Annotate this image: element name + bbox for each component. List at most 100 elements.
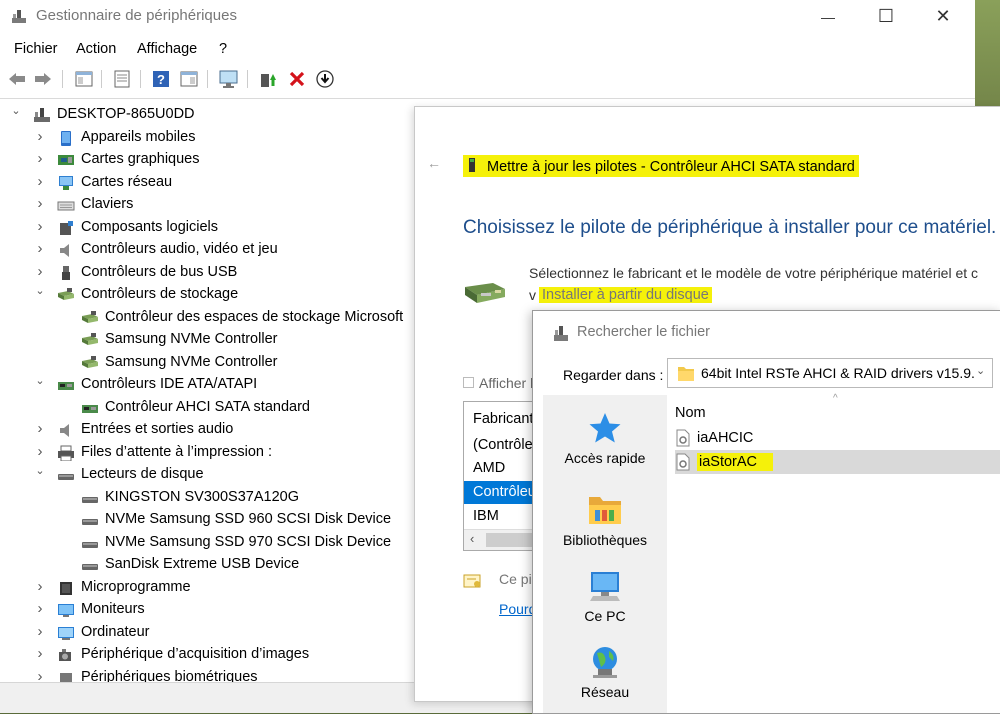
chevron-right-icon[interactable]: › — [35, 645, 45, 662]
tree-row-item-20[interactable]: › Microprogramme — [0, 577, 414, 599]
tree-row-item-22[interactable]: › Ordinateur — [0, 622, 414, 644]
chevron-right-icon[interactable]: › — [35, 263, 45, 280]
chevron-down-icon[interactable]: ⌄ — [35, 284, 45, 297]
tree-row-item-11[interactable]: ⌄ Contrôleurs IDE ATA/ATAPI — [0, 374, 414, 396]
look-in-dropdown[interactable]: 64bit Intel RSTe AHCI & RAID drivers v15… — [667, 358, 993, 388]
tree-row-item-17[interactable]: NVMe Samsung SSD 960 SCSI Disk Device — [0, 509, 414, 531]
audio-icon — [60, 244, 69, 257]
wizard-description-line2: v — [529, 287, 536, 303]
forward-button[interactable] — [33, 69, 53, 89]
tree-row-item-3[interactable]: › Claviers — [0, 194, 414, 216]
disk-drive-icon — [58, 474, 74, 480]
install-from-disk-button[interactable]: Installer à partir du disque — [539, 287, 712, 303]
ide-controller-icon — [58, 382, 74, 390]
chevron-right-icon[interactable]: › — [35, 240, 45, 257]
tree-row-item-23[interactable]: › Périphérique d’acquisition d’images — [0, 644, 414, 666]
tree-row-root[interactable]: ⌄ DESKTOP-865U0DD — [0, 104, 414, 126]
properties-button[interactable] — [112, 69, 132, 89]
tree-row-item-24[interactable]: › Périphériques biométriques — [0, 667, 414, 683]
minimize-button[interactable]: — — [805, 0, 851, 33]
file-list[interactable]: ^ Nom iaAHCIC iaStorAC — [671, 393, 1000, 713]
place-this-pc[interactable]: Ce PC — [543, 569, 667, 624]
show-compatible-checkbox[interactable]: Afficher l — [463, 375, 533, 391]
tree-row-item-6[interactable]: › Contrôleurs de bus USB — [0, 262, 414, 284]
storage-controller-icon — [82, 355, 98, 368]
tree-row-item-21[interactable]: › Moniteurs — [0, 599, 414, 621]
chevron-down-icon[interactable]: ⌄ — [11, 104, 21, 117]
tree-row-item-16[interactable]: KINGSTON SV300S37A120G — [0, 487, 414, 509]
close-button[interactable]: ✕ — [920, 0, 966, 33]
tree-label: Contrôleur AHCI SATA standard — [105, 398, 310, 415]
chevron-right-icon[interactable]: › — [35, 443, 45, 460]
tree-row-item-19[interactable]: SanDisk Extreme USB Device — [0, 554, 414, 576]
computer-icon — [58, 626, 74, 640]
chevron-right-icon[interactable]: › — [35, 195, 45, 212]
place-label: Bibliothèques — [562, 532, 648, 548]
uninstall-device-button[interactable] — [287, 69, 307, 89]
speaker-icon — [60, 424, 69, 437]
menu-help[interactable]: ? — [219, 41, 227, 57]
column-header-name[interactable]: Nom — [675, 405, 706, 421]
tree-label: Claviers — [81, 196, 134, 212]
dialog-app-icon — [554, 326, 568, 341]
storage-controller-icon — [82, 333, 98, 345]
back-button[interactable] — [7, 69, 27, 89]
chevron-right-icon[interactable]: › — [35, 150, 45, 167]
tree-row-item-12[interactable]: Contrôleur AHCI SATA standard — [0, 397, 414, 419]
chevron-right-icon[interactable]: › — [35, 600, 45, 617]
maximize-icon: ☐ — [877, 6, 895, 26]
menu-action[interactable]: Action — [76, 41, 116, 57]
tree-row-item-13[interactable]: › Entrées et sorties audio — [0, 419, 414, 441]
chevron-down-icon[interactable]: ⌄ — [35, 464, 45, 477]
tree-row-item-15[interactable]: ⌄ Lecteurs de disque — [0, 464, 414, 486]
menu-fichier[interactable]: Fichier — [14, 41, 58, 57]
back-arrow-icon[interactable]: ← — [427, 155, 441, 171]
chevron-right-icon[interactable]: › — [35, 173, 45, 190]
star-icon — [589, 413, 621, 443]
chevron-right-icon[interactable]: › — [35, 218, 45, 235]
chevron-right-icon[interactable]: › — [35, 128, 45, 145]
chevron-right-icon[interactable]: › — [35, 623, 45, 640]
chevron-right-icon[interactable]: › — [35, 668, 45, 683]
tree-row-item-18[interactable]: NVMe Samsung SSD 970 SCSI Disk Device — [0, 532, 414, 554]
scroll-thumb[interactable] — [486, 533, 538, 547]
places-bar: Accès rapide Bibliothèques Ce PC Réseau — [543, 395, 667, 713]
tree-row-item-4[interactable]: › Composants logiciels — [0, 217, 414, 239]
tree-row-item-7[interactable]: ⌄ Contrôleurs de stockage — [0, 284, 414, 306]
tree-row-item-8[interactable]: Contrôleur des espaces de stockage Micro… — [0, 307, 414, 329]
tree-row-item-14[interactable]: › Files d’attente à l’impression : — [0, 442, 414, 464]
maximize-button[interactable]: ☐ — [863, 0, 909, 33]
scan-hardware-button[interactable] — [219, 69, 239, 89]
file-row[interactable]: iaAHCIC — [675, 427, 1000, 449]
disk-drive-icon — [82, 564, 98, 570]
scroll-left-icon[interactable]: ‹ — [470, 531, 474, 546]
chevron-down-icon[interactable]: ⌄ — [35, 374, 45, 387]
disable-device-button[interactable] — [315, 69, 335, 89]
monitor-scan-icon — [219, 70, 238, 88]
action-pane-button[interactable] — [179, 69, 199, 89]
tree-row-item-10[interactable]: Samsung NVMe Controller — [0, 352, 414, 374]
tree-row-item-5[interactable]: › Contrôleurs audio, vidéo et jeu — [0, 239, 414, 261]
arrow-left-icon — [9, 73, 25, 85]
place-quick-access[interactable]: Accès rapide — [543, 411, 667, 466]
place-libraries[interactable]: Bibliothèques — [543, 493, 667, 548]
tree-row-item-1[interactable]: › Cartes graphiques — [0, 149, 414, 171]
help-button[interactable]: ? — [151, 69, 171, 89]
tree-row-item-2[interactable]: › Cartes réseau — [0, 172, 414, 194]
chevron-down-icon: ⌄ — [976, 365, 986, 377]
device-tree: ⌄ DESKTOP-865U0DD › Appareils mobiles › Carte… — [0, 100, 414, 682]
tree-row-item-9[interactable]: Samsung NVMe Controller — [0, 329, 414, 351]
svg-text:?: ? — [157, 72, 165, 87]
show-hide-tree-button[interactable] — [74, 69, 94, 89]
chevron-right-icon[interactable]: › — [35, 420, 45, 437]
tree-label: NVMe Samsung SSD 960 SCSI Disk Device — [105, 511, 392, 527]
chevron-right-icon[interactable]: › — [35, 578, 45, 595]
menu-affichage[interactable]: Affichage — [137, 41, 197, 57]
file-row-selected[interactable]: iaStorAC — [675, 450, 1000, 474]
place-label: Réseau — [580, 684, 630, 700]
storage-controller-icon — [82, 310, 98, 323]
update-driver-button[interactable] — [258, 69, 278, 89]
tree-row-item-0[interactable]: › Appareils mobiles — [0, 127, 414, 149]
red-x-icon — [289, 71, 305, 87]
place-network[interactable]: Réseau — [543, 645, 667, 700]
